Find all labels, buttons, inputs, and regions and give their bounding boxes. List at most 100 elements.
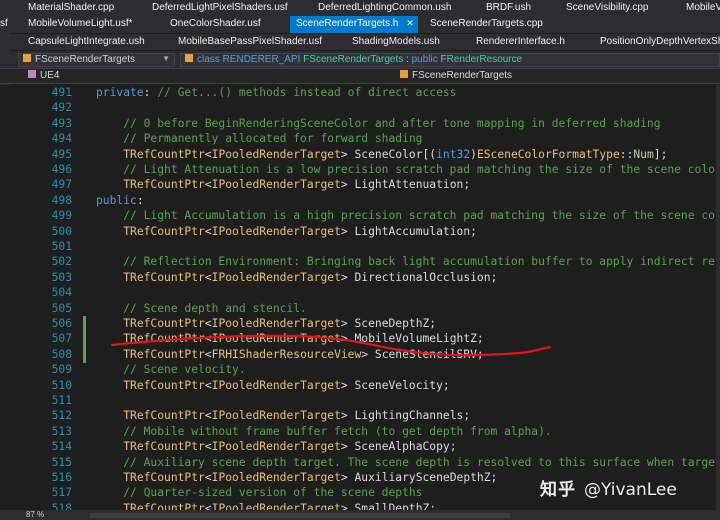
code-text: TRefCountPtr<IPooledRenderTarget> SceneC… [96, 147, 667, 162]
code-line[interactable]: 515 // Auxiliary scene depth target. The… [0, 455, 720, 470]
code-line[interactable]: 502 // Reflection Environment: Bringing … [0, 254, 720, 269]
code-token: < [204, 224, 212, 238]
code-token: // Light Attenuation is a low precision … [123, 163, 720, 176]
close-icon[interactable]: ✕ [406, 18, 414, 28]
tab-capsulelightintegrate[interactable]: CapsuleLightIntegrate.ush [28, 34, 145, 50]
code-line[interactable]: 506 TRefCountPtr<IPooledRenderTarget> Sc… [0, 316, 720, 331]
tab-brdf[interactable]: BRDF.ush [486, 0, 531, 17]
code-text: // Light Accumulation is a high precisio… [96, 208, 720, 223]
code-line[interactable]: 498 public: [0, 193, 720, 208]
code-token: > AuxiliarySceneDepthZ; [340, 471, 498, 484]
code-line[interactable]: 497 TRefCountPtr<IPooledRenderTarget> Li… [0, 177, 720, 192]
scope-dropdown-right[interactable]: class RENDERER_API FSceneRenderTargets :… [180, 53, 720, 67]
scope-separator: : [403, 54, 412, 65]
code-line[interactable]: 518 TRefCountPtr<IPooledRenderTarget> Sm… [0, 501, 720, 510]
line-number: 498 [51, 193, 72, 207]
tab-shadingmodels[interactable]: ShadingModels.ush [352, 34, 440, 50]
tab-rendererinterface[interactable]: RendererInterface.h [476, 34, 565, 50]
code-line[interactable]: 496 // Light Attenuation is a low precis… [0, 162, 720, 177]
tab-mobilebasepasspixelshader[interactable]: MobileBasePassPixelShader.usf [178, 34, 322, 50]
line-number: 518 [51, 501, 72, 510]
tab-scenerendertargets-cpp[interactable]: SceneRenderTargets.cpp [430, 16, 543, 33]
tab-mobilevi[interactable]: MobileVi [686, 0, 720, 17]
code-line[interactable]: 509 // Scene velocity. [0, 362, 720, 377]
code-token: IPooledRenderTarget [211, 147, 341, 161]
code-token: ]; [653, 147, 668, 161]
code-line[interactable]: 491 private: // Get...() methods instead … [0, 85, 720, 100]
tab-scenerendertargets-h[interactable]: SceneRenderTargets.h ✕ [290, 16, 418, 33]
code-line[interactable]: 512 TRefCountPtr<IPooledRenderTarget> Li… [0, 408, 720, 423]
tab-deferredlightpixelshaders[interactable]: DeferredLightPixelShaders.usf [152, 0, 288, 17]
tab-fragment[interactable]: sf [0, 16, 8, 33]
project-dropdown[interactable]: UE4 [28, 70, 59, 81]
vertical-scrollbar[interactable] [716, 85, 720, 510]
code-line[interactable]: 508 TRefCountPtr<FRHIShaderResourceView>… [0, 347, 720, 362]
code-line[interactable]: 504 [0, 285, 720, 300]
code-token: Num [633, 147, 654, 161]
code-token: IPooledRenderTarget [211, 317, 341, 330]
code-token: :: [619, 147, 634, 161]
tab-scenevisibility[interactable]: SceneVisibility.cpp [566, 0, 648, 17]
code-line[interactable]: 511 [0, 393, 720, 408]
code-line[interactable]: 505 // Scene depth and stencil. [0, 301, 720, 316]
code-editor[interactable]: 491 private: // Get...() methods instead … [0, 85, 720, 510]
code-text: // Permanently allocated for forward sha… [96, 131, 422, 146]
tab-materialshader[interactable]: MaterialShader.cpp [28, 0, 114, 17]
tab-deferredlightingcommon[interactable]: DeferredLightingCommon.ush [318, 0, 451, 17]
code-line[interactable]: 492 [0, 100, 720, 115]
chevron-down-icon: ▼ [162, 54, 170, 63]
line-number: 506 [51, 317, 72, 330]
code-line[interactable]: 507 TRefCountPtr<IPooledRenderTarget> Mo… [0, 331, 720, 346]
tab-mobilevolumelight[interactable]: MobileVolumeLight.usf* [28, 16, 133, 33]
tab-onecolorshader[interactable]: OneColorShader.usf [170, 16, 261, 33]
code-token: IPooledRenderTarget [211, 270, 341, 284]
code-line[interactable]: 495 TRefCountPtr<IPooledRenderTarget> Sc… [0, 147, 720, 162]
watermark-site: 知乎 [540, 480, 576, 500]
code-line[interactable]: 493 // 0 before BeginRenderingSceneColor… [0, 116, 720, 131]
member-dropdown[interactable]: FSceneRenderTargets [400, 70, 512, 81]
horizontal-scrollbar[interactable] [90, 513, 510, 518]
code-token: TRefCountPtr [123, 378, 205, 392]
project-label: UE4 [40, 70, 60, 81]
code-text: TRefCountPtr<FRHIShaderResourceView> Sce… [96, 347, 484, 362]
zoom-level[interactable]: 87 % [26, 510, 44, 519]
code-token: > SceneVelocity; [340, 378, 450, 392]
code-line[interactable]: 514 TRefCountPtr<IPooledRenderTarget> Sc… [0, 439, 720, 454]
code-text: // Scene depth and stencil. [96, 301, 307, 316]
code-line[interactable]: 499 // Light Accumulation is a high prec… [0, 208, 720, 223]
code-line[interactable]: 494 // Permanently allocated for forward… [0, 131, 720, 146]
code-token: IPooledRenderTarget [211, 409, 341, 423]
code-token: // Get...() methods instead of direct ac… [157, 86, 457, 99]
code-line[interactable]: 503 TRefCountPtr<IPooledRenderTarget> Di… [0, 270, 720, 285]
scope-base: FRenderResource [440, 54, 523, 65]
line-number: 496 [51, 163, 72, 176]
code-token: IPooledRenderTarget [211, 378, 341, 392]
code-line[interactable]: 501 [0, 239, 720, 254]
code-token: TRefCountPtr [123, 347, 205, 361]
code-token: TRefCountPtr [123, 147, 205, 161]
code-token: // Mobile without frame buffer fetch (to… [123, 424, 552, 438]
code-token: TRefCountPtr [123, 409, 205, 423]
code-line[interactable]: 510 TRefCountPtr<IPooledRenderTarget> Sc… [0, 378, 720, 393]
scope-left-label: FSceneRenderTargets [35, 54, 136, 65]
code-token: // Light Accumulation is a high precisio… [123, 209, 720, 223]
code-token: IPooledRenderTarget [211, 471, 341, 484]
code-line[interactable]: 513 // Mobile without frame buffer fetch… [0, 424, 720, 439]
code-token: < [204, 347, 212, 361]
code-token: > SceneColor[( [340, 147, 437, 161]
scope-dropdown-left[interactable]: FSceneRenderTargets ▼ [18, 53, 175, 67]
code-text: TRefCountPtr<IPooledRenderTarget> LightA… [96, 177, 470, 192]
scope-keyword: class [197, 54, 220, 65]
code-token: // Scene depth and stencil. [123, 301, 307, 315]
code-line[interactable]: 500 TRefCountPtr<IPooledRenderTarget> Li… [0, 224, 720, 239]
tab-positiononlydepthvertexsha[interactable]: PositionOnlyDepthVertexSha [600, 34, 720, 50]
code-text: TRefCountPtr<IPooledRenderTarget> SceneA… [96, 439, 456, 454]
code-token: ) [470, 147, 477, 161]
class-icon [23, 54, 31, 62]
code-token: < [204, 501, 212, 510]
